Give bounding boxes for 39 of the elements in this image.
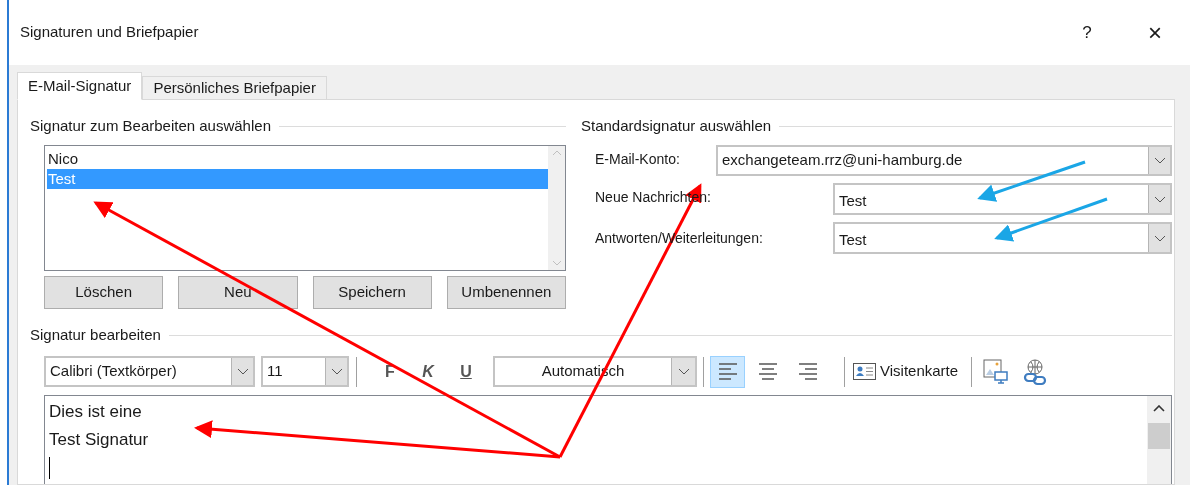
text-cursor <box>49 457 50 479</box>
button-label: Visitenkarte <box>880 361 959 382</box>
group-title: Signatur zum Bearbeiten auswählen <box>30 115 271 136</box>
scroll-down-icon <box>551 260 562 266</box>
insert-picture-icon[interactable] <box>982 356 1011 387</box>
underline-button[interactable]: U <box>447 356 485 387</box>
dialog-button[interactable]: Löschen <box>44 276 164 309</box>
signature-editor[interactable]: Dies ist eine Test Signatur <box>44 395 1172 484</box>
scroll-up-icon <box>551 150 562 156</box>
scroll-thumb[interactable] <box>1148 423 1170 449</box>
dropdown[interactable]: exchangeteam.rrz@uni-hamburg.de <box>716 145 1172 176</box>
hyperlink-icon[interactable] <box>1022 356 1049 387</box>
close-button[interactable]: × <box>1140 14 1170 51</box>
dialog-button[interactable]: Neu <box>178 276 298 309</box>
tab[interactable]: E-Mail-Signatur <box>17 72 143 100</box>
align-left-icon <box>716 361 739 382</box>
dialog-button[interactable]: Umbenennen <box>446 276 566 309</box>
align-right-icon <box>796 361 819 382</box>
scroll-up-icon <box>1153 405 1165 412</box>
help-button[interactable]: ? <box>1072 19 1102 46</box>
window-title: Signaturen und Briefpapier <box>20 22 200 43</box>
dialog-button[interactable]: Speichern <box>312 276 432 309</box>
dropdown[interactable]: Test <box>833 183 1172 215</box>
align-center-icon <box>756 361 779 382</box>
text-line: Test Signatur <box>49 429 149 451</box>
align-left-button[interactable] <box>710 355 745 388</box>
business-card-button[interactable]: Visitenkarte <box>853 356 959 387</box>
text-line: Dies ist eine <box>49 401 142 423</box>
dropdown[interactable]: Calibri (Textkörper) <box>44 356 255 387</box>
dropdown[interactable]: 11 <box>261 356 349 387</box>
list-item[interactable]: Nico <box>47 149 548 169</box>
dropdown[interactable]: Test <box>833 222 1172 254</box>
group-title: Standardsignatur auswählen <box>581 115 772 136</box>
group-title: Signatur bearbeiten <box>30 324 161 345</box>
italic-button[interactable]: K <box>409 356 447 387</box>
tab[interactable]: Persönliches Briefpapier <box>142 76 327 100</box>
contact-card-icon <box>853 363 876 380</box>
field-label: E-Mail-Konto: <box>595 151 680 167</box>
signature-list[interactable]: Nico Test <box>44 145 566 271</box>
